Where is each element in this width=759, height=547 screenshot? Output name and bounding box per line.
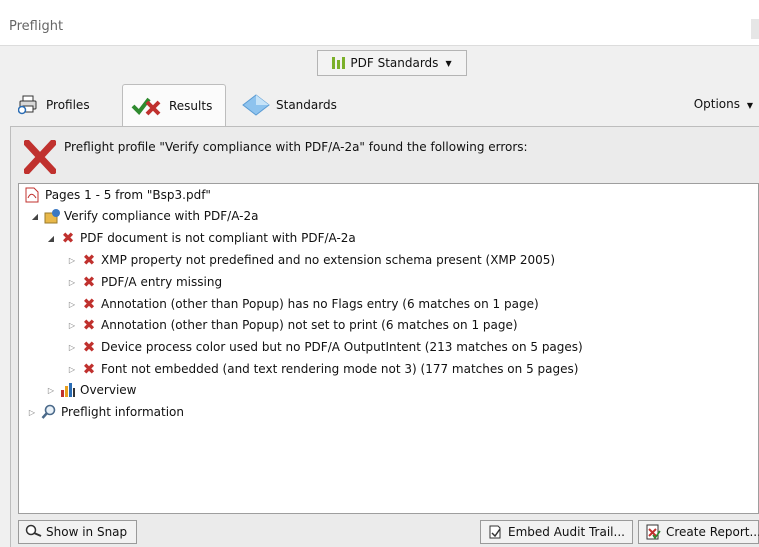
result-summary: Preflight profile "Verify compliance wit… <box>64 140 528 154</box>
error-item-label: Annotation (other than Popup) not set to… <box>101 318 518 332</box>
tab-results-label: Results <box>169 99 213 113</box>
pdf-standards-label: PDF Standards <box>350 56 439 70</box>
overview-row[interactable]: ▷ Overview <box>46 380 137 400</box>
error-x-icon: ✖ <box>61 229 75 247</box>
collapsed-arrow-icon[interactable]: ▷ <box>67 300 77 309</box>
error-x-icon: ✖ <box>82 338 96 356</box>
create-report-button[interactable]: Create Report... <box>638 520 759 544</box>
options-menu[interactable]: Options ▼ <box>694 97 753 111</box>
snap-magnifier-icon <box>25 524 42 540</box>
tab-results[interactable]: Results <box>122 84 226 127</box>
preflight-info-label: Preflight information <box>61 405 184 419</box>
tab-profiles[interactable]: Profiles <box>14 84 98 126</box>
error-item-label: XMP property not predefined and no exten… <box>101 253 556 267</box>
tab-row: Profiles Results Standards <box>0 84 759 127</box>
title-bar: Preflight <box>0 0 759 46</box>
tab-profiles-label: Profiles <box>46 98 90 112</box>
report-icon <box>645 524 661 540</box>
error-item[interactable]: ▷ ✖ Annotation (other than Popup) has no… <box>67 294 539 314</box>
error-item-label: Annotation (other than Popup) has no Fla… <box>101 297 539 311</box>
embed-audit-trail-label: Embed Audit Trail... <box>508 525 625 539</box>
tab-standards[interactable]: Standards <box>234 84 345 126</box>
collapsed-arrow-icon[interactable]: ▷ <box>67 343 77 352</box>
error-x-icon: ✖ <box>82 360 96 378</box>
pdf-file-icon <box>25 187 41 203</box>
window-title: Preflight <box>9 19 64 34</box>
error-x-icon: ✖ <box>82 273 96 291</box>
error-item[interactable]: ▷ ✖ XMP property not predefined and no e… <box>67 250 555 270</box>
error-x-icon: ✖ <box>82 251 96 269</box>
pdf-standards-dropdown[interactable]: PDF Standards ▼ <box>317 50 467 76</box>
show-in-snap-button[interactable]: Show in Snap <box>18 520 137 544</box>
error-x-icon: ✖ <box>82 316 96 334</box>
magnifier-icon <box>41 404 57 420</box>
collapsed-arrow-icon[interactable]: ▷ <box>27 408 37 417</box>
error-item-label: PDF/A entry missing <box>101 275 223 289</box>
error-x-icon: ✖ <box>82 295 96 313</box>
tree-root-row[interactable]: Pages 1 - 5 from "Bsp3.pdf" <box>25 185 211 205</box>
chevron-down-icon: ▼ <box>746 101 753 110</box>
profile-icon <box>44 208 60 224</box>
profile-label: Verify compliance with PDF/A-2a <box>64 209 259 223</box>
profile-row[interactable]: ◢ Verify compliance with PDF/A-2a <box>30 206 258 226</box>
collapsed-arrow-icon[interactable]: ▷ <box>46 386 56 395</box>
results-tree: Pages 1 - 5 from "Bsp3.pdf" ◢ Verify com… <box>18 183 759 514</box>
overview-chart-icon <box>60 382 76 398</box>
error-item[interactable]: ▷ ✖ Font not embedded (and text renderin… <box>67 359 579 379</box>
expanded-arrow-icon[interactable]: ◢ <box>30 212 40 221</box>
error-item-label: Font not embedded (and text rendering mo… <box>101 362 579 376</box>
collapsed-arrow-icon[interactable]: ▷ <box>67 278 77 287</box>
bar-chart-icon <box>332 57 346 69</box>
error-group-label: PDF document is not compliant with PDF/A… <box>80 231 356 245</box>
tab-standards-label: Standards <box>276 98 337 112</box>
embed-audit-trail-button[interactable]: Embed Audit Trail... <box>480 520 633 544</box>
show-in-snap-label: Show in Snap <box>46 525 128 539</box>
collapsed-arrow-icon[interactable]: ▷ <box>67 365 77 374</box>
tree-root-label: Pages 1 - 5 from "Bsp3.pdf" <box>45 188 211 202</box>
chevron-down-icon: ▼ <box>445 58 452 68</box>
collapsed-arrow-icon[interactable]: ▷ <box>67 256 77 265</box>
error-item[interactable]: ▷ ✖ Annotation (other than Popup) not se… <box>67 315 518 335</box>
create-report-label: Create Report... <box>666 525 759 539</box>
expanded-arrow-icon[interactable]: ◢ <box>46 234 56 243</box>
audit-seal-icon <box>487 524 503 540</box>
checkmark-x-icon <box>131 97 161 116</box>
diamond-icon <box>242 94 270 116</box>
error-x-icon <box>24 140 56 174</box>
preflight-info-row[interactable]: ▷ Preflight information <box>27 402 184 422</box>
window-control[interactable] <box>751 19 759 39</box>
options-label: Options <box>693 97 741 111</box>
error-item[interactable]: ▷ ✖ Device process color used but no PDF… <box>67 337 583 357</box>
error-item[interactable]: ▷ ✖ PDF/A entry missing <box>67 272 222 292</box>
error-group-row[interactable]: ◢ ✖ PDF document is not compliant with P… <box>46 228 356 248</box>
collapsed-arrow-icon[interactable]: ▷ <box>67 321 77 330</box>
overview-label: Overview <box>80 383 137 397</box>
error-item-label: Device process color used but no PDF/A O… <box>101 340 583 354</box>
printer-icon <box>18 95 38 115</box>
